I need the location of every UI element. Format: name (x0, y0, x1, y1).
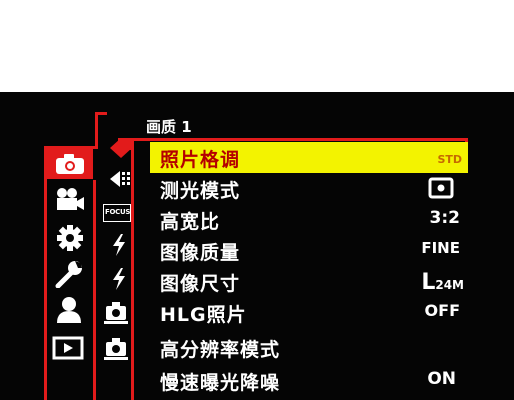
menu-item-value: FINE (421, 239, 460, 257)
camera-settings-icon (103, 336, 129, 362)
menu-item-label: 高分辨率模式 (160, 339, 281, 361)
camera-icon (55, 153, 85, 175)
person-icon (56, 296, 82, 324)
tab-photo[interactable] (47, 149, 93, 179)
video-camera-icon (55, 187, 85, 211)
menu-item-label: 图像质量 (160, 242, 241, 264)
frame-line (95, 112, 98, 149)
top-white-band (0, 0, 514, 92)
camera-settings-icon (103, 300, 129, 326)
subtab-image-quality[interactable] (108, 136, 134, 160)
focus-icon-label: FOCUS (105, 208, 131, 216)
wrench-icon (54, 260, 84, 288)
tab-playback[interactable] (52, 336, 84, 360)
frame-line (131, 138, 466, 141)
gear-icon (56, 224, 84, 252)
menu-item-high-resolution-mode[interactable]: 高分辨率模式 (150, 332, 468, 363)
subtab-focus[interactable]: FOCUS (103, 204, 131, 222)
menu-item-value: L24M (421, 270, 464, 295)
menu-item-label: 慢速曝光降噪 (160, 372, 281, 394)
menu-item-value: 3:2 (429, 208, 460, 228)
menu-item-long-shutter-nr[interactable]: 慢速曝光降噪 ON (150, 365, 468, 396)
page-title: 画质 1 (146, 118, 192, 136)
image-size-main: L (421, 270, 436, 295)
tab-my-menu[interactable] (56, 296, 82, 324)
menu-item-hlg-photo[interactable]: HLG照片 OFF (150, 297, 468, 328)
menu-item-image-quality[interactable]: 图像质量 FINE (150, 235, 468, 266)
menu-item-value: ON (427, 369, 456, 389)
tab-video[interactable] (55, 187, 85, 211)
dotted-arrow-icon (108, 168, 132, 190)
subtab-flash-2[interactable] (110, 267, 128, 291)
menu-item-label: HLG照片 (160, 304, 247, 326)
menu-item-label: 照片格调 (160, 149, 241, 171)
menu-item-photo-style[interactable]: 照片格调 STD (150, 142, 468, 173)
menu-item-metering-mode[interactable]: 测光模式 (150, 173, 468, 204)
subtab-camera-settings-2[interactable] (103, 336, 129, 362)
menu-item-label: 高宽比 (160, 211, 221, 233)
frame-line (93, 180, 96, 400)
tab-setup[interactable] (54, 260, 84, 288)
flash-icon (110, 233, 128, 257)
image-quality-diamond-icon (108, 136, 134, 160)
menu-item-label: 图像尺寸 (160, 273, 241, 295)
menu-item-value: OFF (424, 301, 460, 320)
frame-line (44, 146, 47, 400)
metering-icon (428, 177, 454, 199)
frame-line (95, 112, 107, 115)
menu-item-image-size[interactable]: 图像尺寸 L24M (150, 266, 468, 297)
subtab-flash-1[interactable] (110, 233, 128, 257)
image-size-sub: 24M (435, 278, 464, 292)
menu-item-aspect-ratio[interactable]: 高宽比 3:2 (150, 204, 468, 235)
menu-item-value: STD (437, 153, 462, 166)
playback-icon (52, 336, 84, 360)
camera-menu-screen: FOCUS 画质 1 照片格调 STD 测光模式 高宽比 3:2 图像质量 FI… (0, 92, 514, 400)
subtab-camera-settings-1[interactable] (103, 300, 129, 326)
flash-icon (110, 267, 128, 291)
subtab-2[interactable] (108, 168, 132, 190)
tab-custom[interactable] (56, 224, 84, 252)
menu-item-label: 测光模式 (160, 180, 241, 202)
